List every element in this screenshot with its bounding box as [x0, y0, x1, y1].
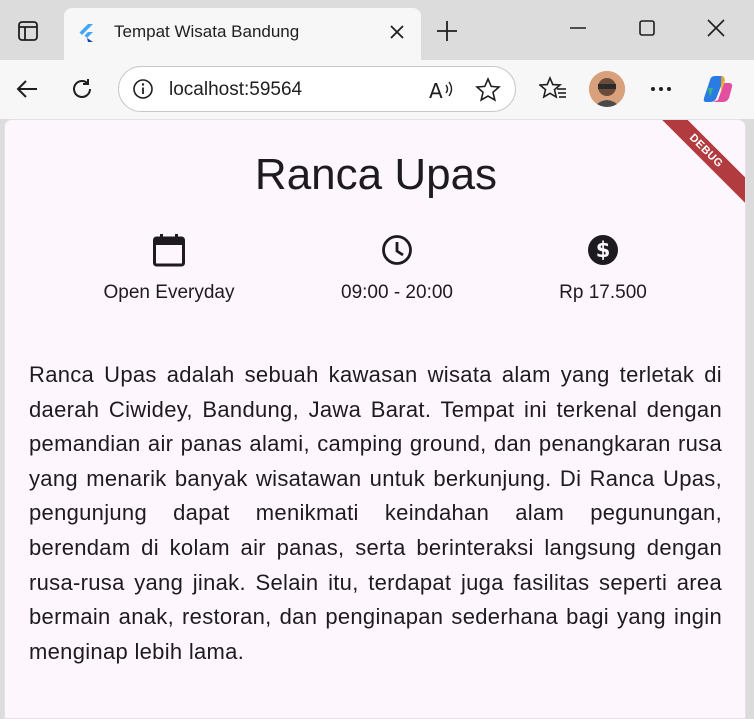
- clock-icon: [287, 232, 507, 268]
- calendar-icon: [59, 232, 279, 268]
- sidebar-toggle-icon[interactable]: [10, 13, 46, 49]
- favorites-icon[interactable]: [536, 72, 570, 106]
- close-tab-icon[interactable]: [383, 18, 411, 46]
- info-label: Open Everyday: [103, 282, 235, 303]
- info-open-days: Open Everyday: [59, 232, 279, 304]
- favorite-star-icon[interactable]: [475, 76, 501, 108]
- back-icon[interactable]: [10, 72, 44, 106]
- page-content: DEBUG Ranca Upas Open Everyday 09:00 - 2…: [4, 119, 746, 719]
- copilot-icon[interactable]: [700, 72, 734, 106]
- svg-text:$: $: [596, 238, 611, 262]
- site-info-icon[interactable]: [132, 78, 154, 105]
- page-title: Ranca Upas: [254, 150, 498, 199]
- flutter-favicon-icon: [76, 23, 96, 43]
- address-bar[interactable]: localhost:59564 A: [118, 66, 516, 112]
- tab-strip: Tempat Wisata Bandung: [0, 0, 754, 60]
- place-description: Ranca Upas adalah sebuah kawasan wisata …: [29, 362, 722, 664]
- reload-icon[interactable]: [65, 72, 99, 106]
- profile-avatar[interactable]: [589, 71, 625, 107]
- more-menu-icon[interactable]: [644, 72, 678, 106]
- browser-toolbar: localhost:59564 A: [0, 60, 754, 119]
- info-hours: 09:00 - 20:00: [287, 232, 507, 304]
- dollar-icon: $: [493, 232, 713, 268]
- svg-text:A: A: [429, 79, 443, 102]
- info-label: 09:00 - 20:00: [341, 282, 453, 303]
- active-tab[interactable]: Tempat Wisata Bandung: [64, 8, 421, 60]
- tab-title: Tempat Wisata Bandung: [114, 22, 300, 41]
- minimize-icon[interactable]: [558, 12, 598, 44]
- maximize-icon[interactable]: [627, 12, 667, 44]
- info-label: Rp 17.500: [559, 282, 647, 303]
- new-tab-icon[interactable]: [432, 16, 462, 46]
- info-price: $ Rp 17.500: [493, 232, 713, 304]
- url-text: localhost:59564: [169, 79, 303, 100]
- read-aloud-icon[interactable]: A: [428, 78, 456, 107]
- close-window-icon[interactable]: [696, 12, 736, 44]
